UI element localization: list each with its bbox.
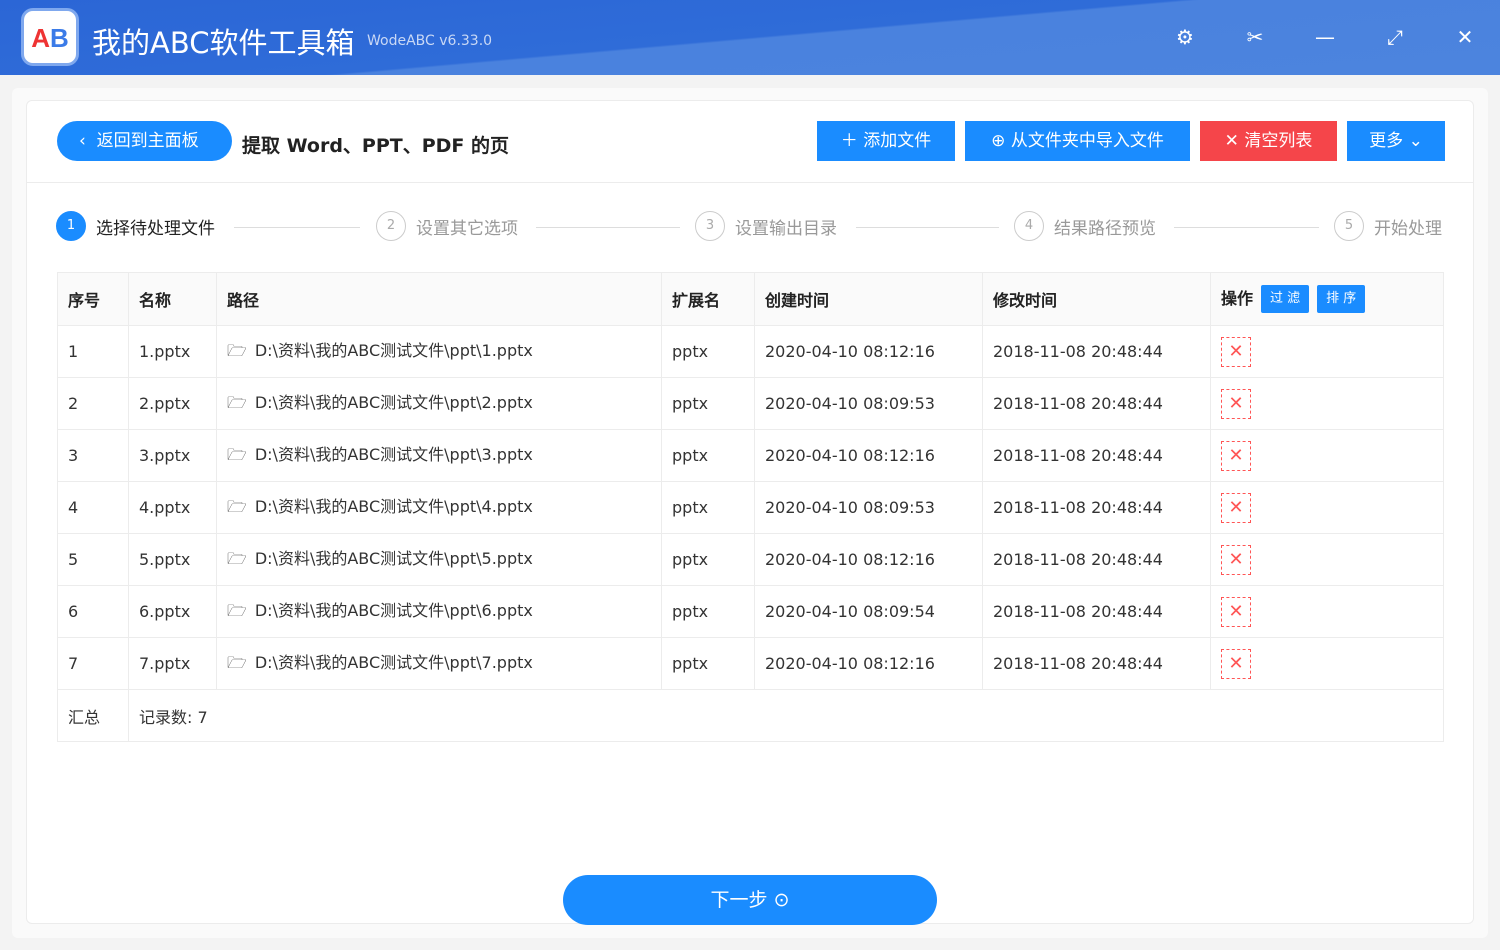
next-step-button[interactable]: 下一步 ⊙ — [563, 875, 937, 925]
table-row[interactable]: 5 5.pptx 🗁 D:\资料\我的ABC测试文件\ppt\5.pptx pptx 20… — [57, 533, 1444, 586]
folder-icon: 🗁 — [227, 652, 247, 672]
step-4: 4 结果路径预览 — [1014, 211, 1156, 241]
settings-gear-icon[interactable]: ⚙ — [1173, 25, 1197, 49]
add-file-button[interactable]: ＋ 添加文件 — [817, 121, 955, 161]
table-header: 序号 名称 路径 扩展名 创建时间 修改时间 操作过 滤排 序 — [57, 272, 1444, 326]
folder-icon: 🗁 — [227, 444, 247, 464]
x-icon: ✕ — [1224, 131, 1245, 151]
app-logo: AB — [21, 8, 79, 66]
more-button[interactable]: 更多 ⌄ — [1347, 121, 1445, 161]
table-row[interactable]: 1 1.pptx 🗁 D:\资料\我的ABC测试文件\ppt\1.pptx pptx 20… — [57, 325, 1444, 378]
sort-button[interactable]: 排 序 — [1317, 285, 1366, 314]
scissors-icon[interactable]: ✂ — [1243, 25, 1267, 49]
page-title: 提取 Word、PPT、PDF 的页 — [242, 135, 510, 157]
table-row[interactable]: 7 7.pptx 🗁 D:\资料\我的ABC测试文件\ppt\7.pptx pptx 20… — [57, 637, 1444, 690]
minimize-icon[interactable]: — — [1313, 25, 1337, 49]
table-row[interactable]: 4 4.pptx 🗁 D:\资料\我的ABC测试文件\ppt\4.pptx pptx 20… — [57, 481, 1444, 534]
step-3: 3 设置输出目录 — [695, 211, 837, 241]
plus-icon: ＋ — [840, 131, 864, 151]
import-folder-button[interactable]: ⊕ 从文件夹中导入文件 — [965, 121, 1190, 161]
folder-icon: 🗁 — [227, 600, 247, 620]
back-button[interactable]: ‹ 返回到主面板 — [57, 121, 232, 161]
delete-row-icon[interactable]: ✕ — [1221, 492, 1251, 523]
delete-row-icon[interactable]: ✕ — [1221, 388, 1251, 419]
panel-header: ‹ 返回到主面板 提取 Word、PPT、PDF 的页 ＋ 添加文件 ⊕ 从文件… — [27, 101, 1473, 183]
delete-row-icon[interactable]: ✕ — [1221, 544, 1251, 575]
chevron-down-icon: ⌄ — [1403, 131, 1423, 151]
maximize-icon[interactable]: ⤢ — [1383, 25, 1407, 49]
folder-icon: 🗁 — [227, 340, 247, 360]
arrow-right-circle-icon: ⊙ — [773, 889, 790, 911]
folder-icon: 🗁 — [227, 496, 247, 516]
table-row[interactable]: 3 3.pptx 🗁 D:\资料\我的ABC测试文件\ppt\3.pptx pptx 20… — [57, 429, 1444, 482]
app-title: 我的ABC软件工具箱 — [92, 26, 355, 60]
title-bar: AB 我的ABC软件工具箱 WodeABC v6.33.0 ⚙ ✂ — ⤢ ✕ — [0, 0, 1500, 75]
step-2: 2 设置其它选项 — [376, 211, 518, 241]
table-row[interactable]: 6 6.pptx 🗁 D:\资料\我的ABC测试文件\ppt\6.pptx pptx 20… — [57, 585, 1444, 638]
clear-list-button[interactable]: ✕ 清空列表 — [1200, 121, 1337, 161]
step-1: 1 选择待处理文件 — [56, 211, 215, 241]
delete-row-icon[interactable]: ✕ — [1221, 336, 1251, 367]
summary-row: 汇总 记录数: 7 — [57, 689, 1444, 742]
filter-button[interactable]: 过 滤 — [1261, 285, 1310, 314]
delete-row-icon[interactable]: ✕ — [1221, 440, 1251, 471]
chevron-left-icon: ‹ — [79, 131, 97, 151]
close-icon[interactable]: ✕ — [1453, 25, 1477, 49]
plus-circle-icon: ⊕ — [991, 131, 1011, 151]
folder-icon: 🗁 — [227, 392, 247, 412]
step-5: 5 开始处理 — [1334, 211, 1442, 241]
delete-row-icon[interactable]: ✕ — [1221, 648, 1251, 679]
app-version: WodeABC v6.33.0 — [367, 33, 493, 49]
file-table: 序号 名称 路径 扩展名 创建时间 修改时间 操作过 滤排 序 1 1.pptx 🗁… — [57, 272, 1444, 742]
stepper: 1 选择待处理文件 2 设置其它选项 3 设置输出目录 4 结果路径预览 5 开始处理 — [56, 211, 1446, 243]
delete-row-icon[interactable]: ✕ — [1221, 596, 1251, 627]
folder-icon: 🗁 — [227, 548, 247, 568]
table-row[interactable]: 2 2.pptx 🗁 D:\资料\我的ABC测试文件\ppt\2.pptx pptx 20… — [57, 377, 1444, 430]
